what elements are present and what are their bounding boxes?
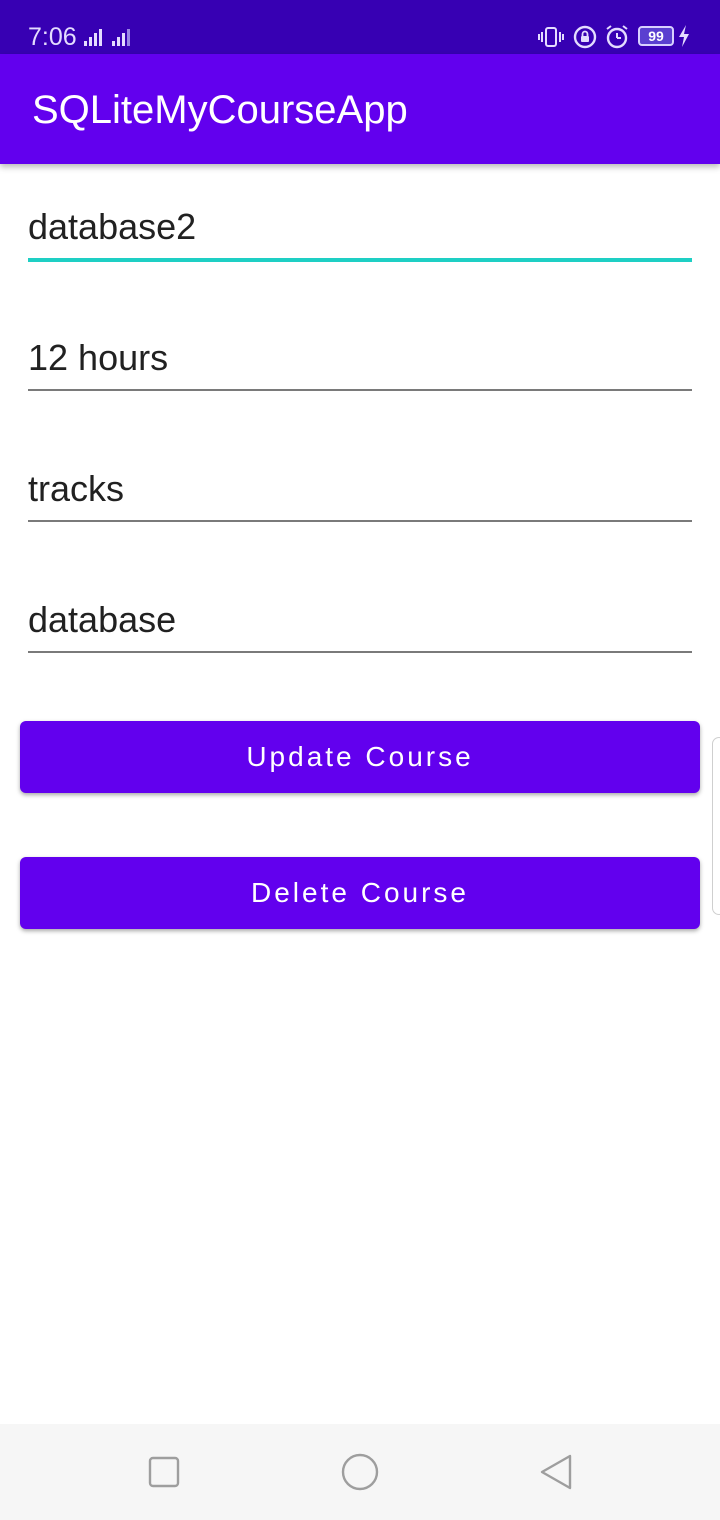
app-title: SQLiteMyCourseApp [32, 88, 408, 132]
edge-panel-handle[interactable] [712, 737, 720, 915]
navigation-bar [0, 1424, 720, 1520]
delete-course-button[interactable]: Delete Course [20, 857, 700, 929]
signal-icon [112, 29, 130, 46]
rotation-lock-icon [573, 25, 597, 49]
course-duration-field[interactable]: 12 hours [28, 321, 692, 391]
course-description-value: database [28, 599, 177, 640]
back-icon[interactable] [538, 1452, 578, 1492]
signal-icon [84, 29, 102, 46]
course-description-field[interactable]: database [28, 583, 692, 653]
course-name-field[interactable]: database2 [28, 192, 692, 262]
home-icon[interactable] [340, 1452, 380, 1492]
status-bar: 7:06 99 [0, 0, 720, 54]
vibrate-icon [538, 27, 564, 47]
app-bar: SQLiteMyCourseApp [0, 54, 720, 164]
charging-icon [679, 25, 689, 47]
update-course-button[interactable]: Update Course [20, 721, 700, 793]
screen: 7:06 99 SQLiteMyCourseApp database2 12 h… [0, 0, 720, 1520]
recent-apps-icon[interactable] [144, 1452, 184, 1492]
status-icons: 99 [538, 24, 694, 50]
course-duration-value: 12 hours [28, 337, 169, 378]
battery-icon: 99 [638, 26, 674, 46]
course-name-value: database2 [28, 206, 197, 247]
alarm-icon [606, 25, 628, 49]
course-tracks-value: tracks [28, 468, 125, 509]
status-time: 7:06 [28, 23, 77, 51]
course-tracks-field[interactable]: tracks [28, 452, 692, 522]
